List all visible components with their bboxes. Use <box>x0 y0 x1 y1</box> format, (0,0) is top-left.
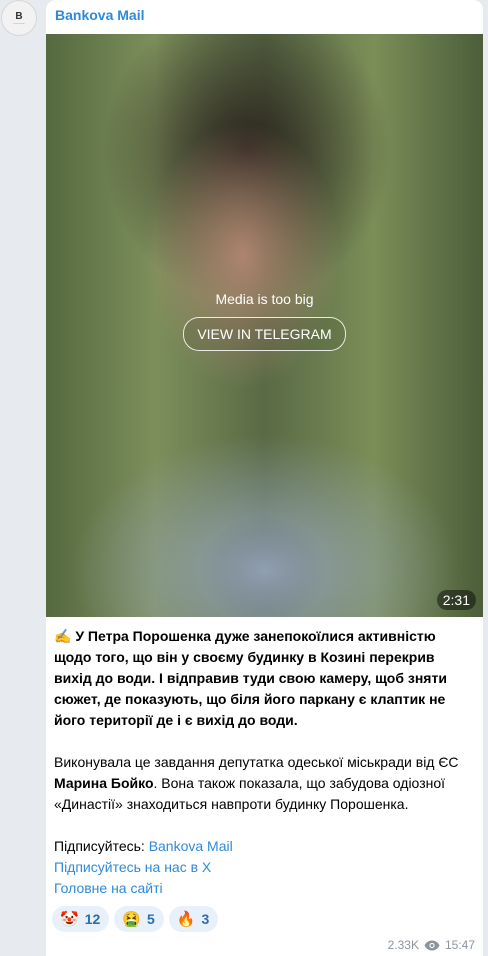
media-too-big-text: Media is too big <box>215 291 314 307</box>
view-count: 2.33K <box>387 938 419 952</box>
post-paragraph-2: Виконувала це завдання депутатка одесько… <box>54 752 474 815</box>
reaction-clown[interactable]: 🤡 12 <box>52 906 110 932</box>
reaction-count: 12 <box>84 911 101 927</box>
channel-name[interactable]: Bankova Mail <box>55 7 144 23</box>
avatar-logo-text: ~~~~~~ <box>13 20 25 25</box>
video-thumbnail[interactable]: Media is too big VIEW IN TELEGRAM 2:31 <box>46 34 483 617</box>
eye-icon <box>424 940 440 951</box>
reaction-vomit[interactable]: 🤮 5 <box>114 906 164 932</box>
media-overlay: Media is too big VIEW IN TELEGRAM <box>46 291 483 351</box>
paragraph-1-text: У Петра Порошенка дуже занепокоїлися акт… <box>54 628 447 728</box>
site-link-line: Головне на сайті <box>54 878 474 899</box>
channel-avatar[interactable]: B ~~~~~~ <box>1 0 37 36</box>
post-paragraph-1: ✍️ У Петра Порошенка дуже занепокоїлися … <box>54 626 474 731</box>
site-link[interactable]: Головне на сайті <box>54 880 163 896</box>
message-meta: 2.33K 15:47 <box>388 938 475 952</box>
reaction-count: 5 <box>146 911 155 927</box>
subscribe-x-link[interactable]: Підписуйтесь на нас в X <box>54 859 211 875</box>
message-time: 15:47 <box>444 938 475 952</box>
reaction-fire[interactable]: 🔥 3 <box>168 906 219 932</box>
vomiting-face-icon: 🤮 <box>122 911 141 928</box>
fire-icon: 🔥 <box>176 911 196 928</box>
reactions-bar: 🤡 12 🤮 5 🔥 3 <box>52 906 219 932</box>
video-duration-badge: 2:31 <box>436 590 476 610</box>
subscribe-channel-link[interactable]: Bankova Mail <box>149 838 233 854</box>
message-bubble: Bankova Mail Media is too big VIEW IN TE… <box>46 0 483 956</box>
post-text: ✍️ У Петра Порошенка дуже занепокоїлися … <box>54 626 474 899</box>
paragraph-2-text-start: Виконувала це завдання депутатка одесько… <box>54 754 459 770</box>
x-link-line: Підписуйтесь на нас в X <box>54 857 474 878</box>
view-in-telegram-button[interactable]: VIEW IN TELEGRAM <box>183 317 346 351</box>
avatar-logo-letter: B <box>15 10 23 22</box>
clown-icon: 🤡 <box>60 911 79 928</box>
reaction-count: 3 <box>201 911 210 927</box>
paragraph-2-bold-name: Марина Бойко <box>54 775 154 791</box>
writing-hand-icon: ✍️ <box>54 628 72 644</box>
subscribe-label: Підписуйтесь: <box>54 838 149 854</box>
subscribe-line: Підписуйтесь: Bankova Mail <box>54 836 474 857</box>
